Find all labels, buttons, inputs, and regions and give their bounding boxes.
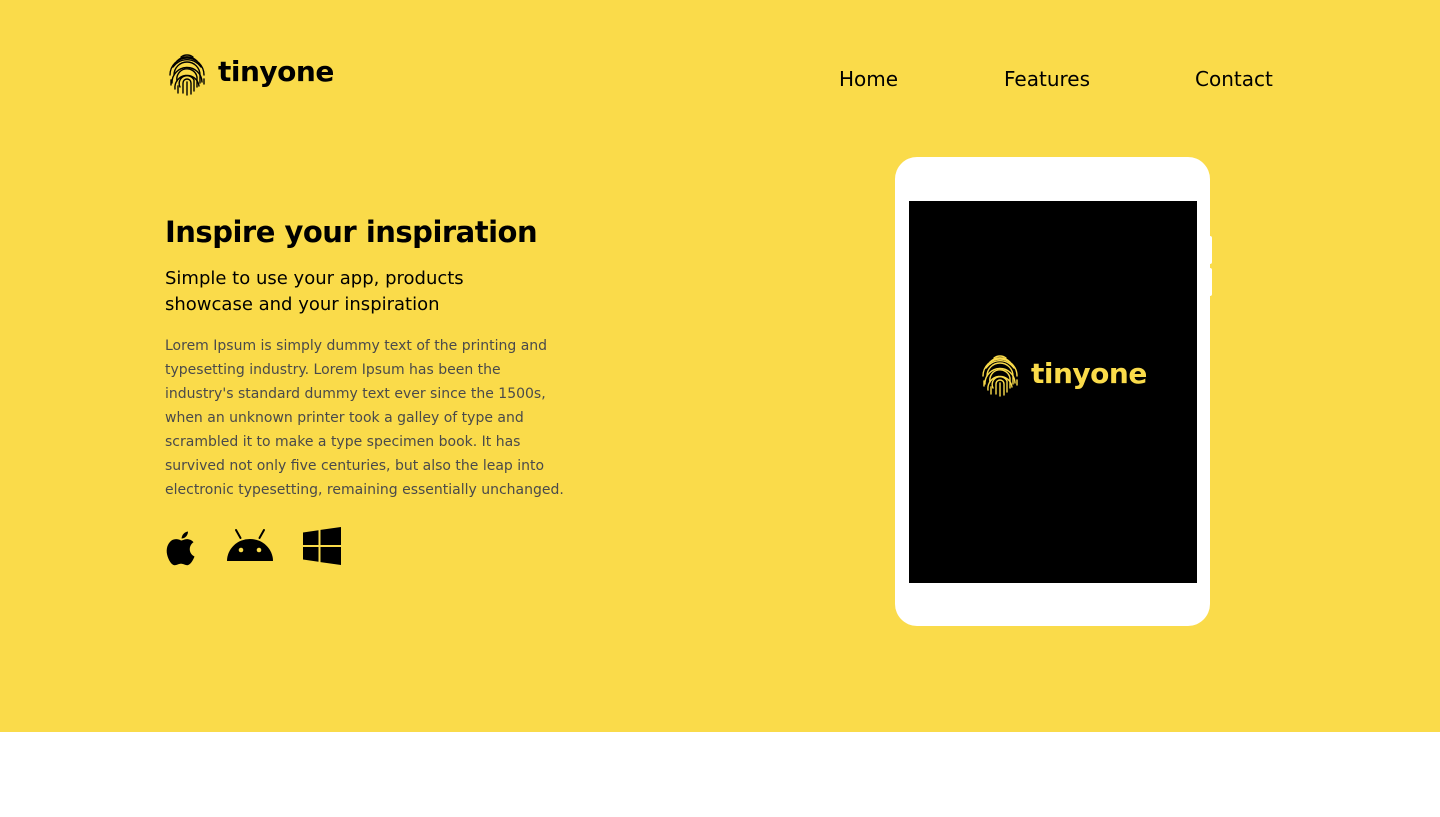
screen-brand-name: tinyone xyxy=(1031,357,1147,390)
fingerprint-icon xyxy=(978,354,1022,398)
nav-contact[interactable]: Contact xyxy=(1195,66,1273,92)
brand-name: tinyone xyxy=(218,55,334,88)
fingerprint-icon xyxy=(165,53,209,97)
hero-description: Lorem Ipsum is simply dummy text of the … xyxy=(165,338,564,498)
hero-subheadline: Simple to use your app, products showcas… xyxy=(165,268,464,315)
tablet-side-button xyxy=(1208,268,1212,296)
hero-headline: Inspire your inspiration xyxy=(165,215,538,249)
tablet-screen: tinyone xyxy=(909,201,1197,583)
android-icon[interactable] xyxy=(226,527,274,561)
hero-section: tinyone Home Features Contact Inspire yo… xyxy=(0,0,1440,732)
next-section xyxy=(0,732,1440,817)
tablet-side-button xyxy=(1208,236,1212,264)
screen-logo: tinyone xyxy=(978,354,1147,398)
nav-features[interactable]: Features xyxy=(1004,66,1090,92)
brand-logo[interactable]: tinyone xyxy=(165,53,334,97)
windows-icon[interactable] xyxy=(303,527,341,565)
nav-home[interactable]: Home xyxy=(839,66,898,92)
apple-icon[interactable] xyxy=(165,527,197,567)
